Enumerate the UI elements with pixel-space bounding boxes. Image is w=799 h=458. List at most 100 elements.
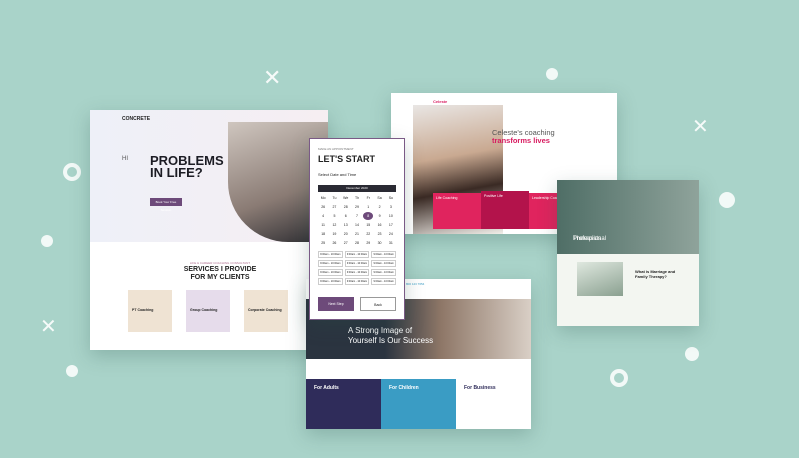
calendar-day[interactable]: 17 — [386, 221, 396, 229]
hero-section: Professional Therapists — [557, 180, 699, 254]
weekday-label: We — [343, 196, 349, 200]
calendar-day[interactable]: 19 — [329, 230, 339, 238]
calendar-day[interactable]: 29 — [352, 203, 362, 211]
hero-title-line: IN LIFE? — [150, 165, 203, 180]
cross-icon: ✕ — [40, 314, 57, 338]
service-card[interactable]: Corporate Coaching — [244, 290, 288, 332]
concrete-site-preview[interactable]: CONCRETE HI PROBLEMS IN LIFE? Book Your … — [90, 110, 328, 350]
dot-icon — [41, 235, 53, 247]
service-tile[interactable]: Life Coaching — [433, 193, 481, 229]
calendar-day[interactable]: 25 — [318, 239, 328, 247]
service-label: Corporate Coaching — [248, 308, 282, 312]
widget-lead: MAKE AN APPOINTMENT — [318, 147, 354, 151]
back-button[interactable]: Back — [360, 297, 396, 311]
services-title: SERVICES I PROVIDE FOR MY CLIENTS — [150, 266, 290, 282]
calendar-day[interactable]: 24 — [386, 230, 396, 238]
greeting: HI — [122, 156, 128, 162]
time-slot[interactable]: 9:00am - 10:00am — [371, 269, 396, 276]
dot-icon — [719, 192, 735, 208]
calendar-day[interactable]: 21 — [352, 230, 362, 238]
time-slot[interactable]: 9:00am - 10:00am — [371, 278, 396, 285]
time-slot[interactable]: 9:00am - 10:00am — [344, 278, 370, 285]
column-title: For Children — [389, 385, 419, 391]
headline-accent: transforms lives — [492, 136, 550, 145]
service-label: Group Coaching — [190, 308, 218, 312]
calendar-day[interactable]: 4 — [318, 212, 328, 220]
headline-line: A Strong Image of — [348, 326, 413, 335]
dot-icon — [685, 347, 699, 361]
calendar-day[interactable]: 5 — [329, 212, 339, 220]
dot-icon — [546, 68, 558, 80]
service-card[interactable]: PT Coaching — [128, 290, 172, 332]
time-slot[interactable]: 9:00am - 10:00am — [318, 278, 343, 285]
calendar-month[interactable]: December 2020 — [318, 185, 396, 192]
therapy-site-preview[interactable]: Professional Therapists What is Marriage… — [557, 180, 699, 326]
calendar-day[interactable]: 28 — [352, 239, 362, 247]
time-slot[interactable]: 9:00am - 10:00am — [371, 260, 396, 267]
audience-column[interactable]: For Adults — [306, 379, 381, 429]
calendar-day[interactable]: 20 — [341, 230, 351, 238]
service-tile[interactable]: Positive Life — [481, 191, 529, 229]
section-title: What is Marriage and Family Therapy? — [635, 269, 675, 279]
ring-icon — [63, 163, 81, 181]
widget-title: LET'S START — [318, 154, 375, 164]
dot-icon — [66, 365, 78, 377]
weekday-label: Tu — [332, 196, 337, 200]
calendar-day[interactable]: 27 — [341, 239, 351, 247]
time-slot[interactable]: 9:00am - 10:00am — [344, 251, 370, 258]
calendar-day[interactable]: 9 — [374, 212, 384, 220]
widget-subtitle: Select Date and Time — [318, 172, 357, 177]
weekday-label: Sa — [377, 196, 382, 200]
calendar-day[interactable]: 26 — [318, 203, 328, 211]
calendar-day[interactable]: 10 — [386, 212, 396, 220]
service-card[interactable]: Group Coaching — [186, 290, 230, 332]
calendar-day[interactable]: 16 — [374, 221, 384, 229]
calendar-day[interactable]: 18 — [318, 230, 328, 238]
weekday-label: Th — [354, 196, 360, 200]
site-logo: Celeste — [433, 99, 448, 104]
calendar-day[interactable]: 13 — [341, 221, 351, 229]
service-label: PT Coaching — [132, 308, 154, 312]
audience-column[interactable]: For Business — [456, 379, 531, 429]
calendar-day[interactable]: 12 — [329, 221, 339, 229]
services-subtitle: LIFE & CAREER COACHING CONSULTANT — [189, 261, 251, 265]
calendar-day[interactable]: 27 — [329, 203, 339, 211]
calendar-day[interactable]: 3 — [386, 203, 396, 211]
calendar-grid[interactable]: Mo Tu We Th Fr Sa Su 26 27 28 29 1 2 3 4 5 6 7 8 9 10 11 12 13 1… — [318, 194, 396, 247]
hero-line: Therapists — [573, 236, 602, 242]
weekday-label: Su — [388, 196, 393, 200]
calendar-day[interactable]: 23 — [374, 230, 384, 238]
time-slot[interactable]: 9:00am - 10:00am — [318, 269, 343, 276]
appointment-widget[interactable]: MAKE AN APPOINTMENT LET'S START Select D… — [309, 138, 405, 320]
time-slot[interactable]: 9:00am - 10:00am — [371, 251, 396, 258]
calendar-day[interactable]: 14 — [352, 221, 362, 229]
time-slot[interactable]: 9:00am - 10:00am — [344, 269, 370, 276]
next-step-button[interactable]: Next Step — [318, 297, 354, 311]
calendar-day[interactable]: 1 — [363, 203, 373, 211]
calendar-day[interactable]: 2 — [374, 203, 384, 211]
section-line: Family Therapy? — [635, 274, 667, 279]
calendar-day[interactable]: 7 — [352, 212, 362, 220]
ring-icon — [610, 369, 628, 387]
calendar-day[interactable]: 30 — [374, 239, 384, 247]
calendar-day[interactable]: 26 — [329, 239, 339, 247]
calendar-day[interactable]: 22 — [363, 230, 373, 238]
time-slot[interactable]: 9:00am - 10:00am — [318, 260, 343, 267]
weekday-label: Mo — [320, 196, 326, 200]
calendar-day[interactable]: 29 — [363, 239, 373, 247]
calendar-day[interactable]: 31 — [386, 239, 396, 247]
hero-headline: A Strong Image of Yourself Is Our Succes… — [348, 326, 433, 346]
calendar-day[interactable]: 8 — [363, 212, 374, 220]
time-slots[interactable]: 9:00am - 10:00am 9:00am - 10:00am 9:00am -… — [318, 251, 396, 285]
hero-headline: Celeste's coaching transforms lives — [492, 129, 555, 145]
calendar-day[interactable]: 15 — [363, 221, 373, 229]
calendar-day[interactable]: 28 — [341, 203, 351, 211]
services-title-line: SERVICES I PROVIDE — [183, 266, 257, 273]
audience-column[interactable]: For Children — [381, 379, 456, 429]
calendar-day[interactable]: 11 — [318, 221, 328, 229]
calendar-day[interactable]: 6 — [341, 212, 351, 220]
time-slot[interactable]: 9:00am - 10:00am — [344, 260, 370, 267]
headline-line: Yourself Is Our Success — [348, 336, 434, 345]
time-slot[interactable]: 9:00am - 10:00am — [318, 251, 343, 258]
book-session-button[interactable]: Book Your Free Session — [150, 198, 182, 212]
